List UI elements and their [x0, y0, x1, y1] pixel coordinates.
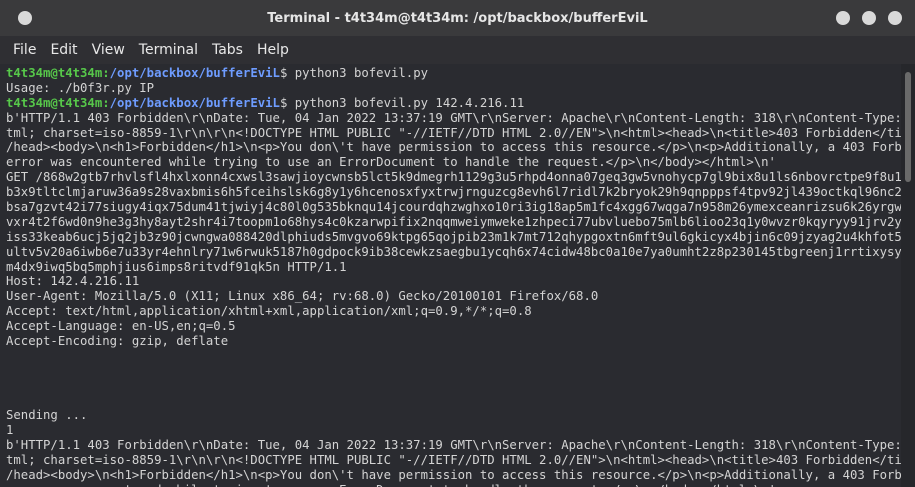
- output-line: Sending ...: [6, 408, 88, 423]
- output-line: m4dx9iwq5bq5mphjius6imps8ritvdf91qk5n HT…: [6, 259, 347, 274]
- command-text: python3 bofevil.py 142.4.216.11: [287, 95, 525, 110]
- scrollbar-thumb[interactable]: [905, 72, 911, 182]
- output-line: Accept: text/html,application/xhtml+xml,…: [6, 304, 532, 319]
- prompt-line: t4t34m@t4t34m:/opt/backbox/bufferEviL$ p…: [6, 66, 901, 81]
- close-button[interactable]: [888, 11, 902, 25]
- menu-view[interactable]: View: [85, 42, 132, 58]
- output-line: Host: 142.4.216.11: [6, 274, 140, 289]
- window-menu-button[interactable]: [18, 11, 32, 25]
- prompt-path: /opt/backbox/bufferEviL: [109, 66, 280, 80]
- title-bar[interactable]: Terminal - t4t34m@t4t34m: /opt/backbox/b…: [0, 0, 915, 36]
- output-line: GET /868w2gtb7rhvlsfl4hxlxonn4cxwsl3sawj…: [6, 170, 901, 185]
- output-line: b'HTTP/1.1 403 Forbidden\r\nDate: Tue, 0…: [6, 110, 901, 125]
- menu-bar: File Edit View Terminal Tabs Help: [0, 36, 915, 64]
- menu-tabs[interactable]: Tabs: [205, 42, 250, 58]
- output-line: Accept-Language: en-US,en;q=0.5: [6, 319, 236, 334]
- output-line: tml; charset=iso-8859-1\r\n\r\n<!DOCTYPE…: [6, 453, 901, 468]
- prompt-colon: :: [102, 66, 110, 80]
- menu-edit[interactable]: Edit: [43, 42, 84, 58]
- output-line: b3x9tltclmjaruw36a9s28vaxbmis6h5fceihsls…: [6, 185, 901, 200]
- menu-help[interactable]: Help: [250, 42, 296, 58]
- menu-terminal[interactable]: Terminal: [132, 42, 205, 58]
- output-line: b'HTTP/1.1 403 Forbidden\r\nDate: Tue, 0…: [6, 438, 901, 453]
- output-line: vxr4t2f6wd0n9he3g3hy8ayt2shr4i7toopm1o68…: [6, 214, 901, 229]
- menu-file[interactable]: File: [6, 42, 43, 58]
- output-line: ultv5v20a6iwb6e7u33yr4ehnlry71w6rwuk5187…: [6, 244, 901, 259]
- command-text: python3 bofevil.py: [287, 66, 429, 80]
- prompt-line: t4t34m@t4t34m:/opt/backbox/bufferEviL$ p…: [6, 96, 901, 111]
- terminal-output[interactable]: t4t34m@t4t34m:/opt/backbox/bufferEviL$ p…: [0, 64, 901, 487]
- prompt-user: t4t34m@t4t34m: [6, 66, 103, 80]
- output-line: Accept-Encoding: gzip, deflate: [6, 334, 229, 349]
- output-line: Usage: ./b0f3r.py IP: [6, 80, 155, 95]
- output-line: bsa7gzvt42i77siugy4iqx75dum41tjwiyj4c80l…: [6, 200, 901, 215]
- output-line: tml; charset=iso-8859-1\r\n\r\n<!DOCTYPE…: [6, 125, 901, 140]
- output-line: iss33keab6ucj5jq2jb3z90jcwngwa088420dlph…: [6, 229, 901, 244]
- output-line: /head><body>\n<h1>Forbidden</h1>\n<p>You…: [6, 468, 901, 483]
- prompt-colon: :: [102, 95, 110, 110]
- output-line: /head><body>\n<h1>Forbidden</h1>\n<p>You…: [6, 140, 901, 155]
- output-line: error was encountered while trying to us…: [6, 155, 776, 170]
- prompt-user: t4t34m@t4t34m: [6, 95, 103, 110]
- terminal-window: Terminal - t4t34m@t4t34m: /opt/backbox/b…: [0, 0, 915, 487]
- output-line: 1: [6, 423, 14, 438]
- maximize-button[interactable]: [862, 11, 876, 25]
- prompt-path: /opt/backbox/bufferEviL: [109, 95, 280, 110]
- output-line: error was encountered while trying to us…: [6, 483, 901, 487]
- window-title: Terminal - t4t34m@t4t34m: /opt/backbox/b…: [267, 10, 648, 26]
- minimize-button[interactable]: [836, 11, 850, 25]
- output-line: User-Agent: Mozilla/5.0 (X11; Linux x86_…: [6, 289, 599, 304]
- scrollbar[interactable]: [901, 64, 915, 487]
